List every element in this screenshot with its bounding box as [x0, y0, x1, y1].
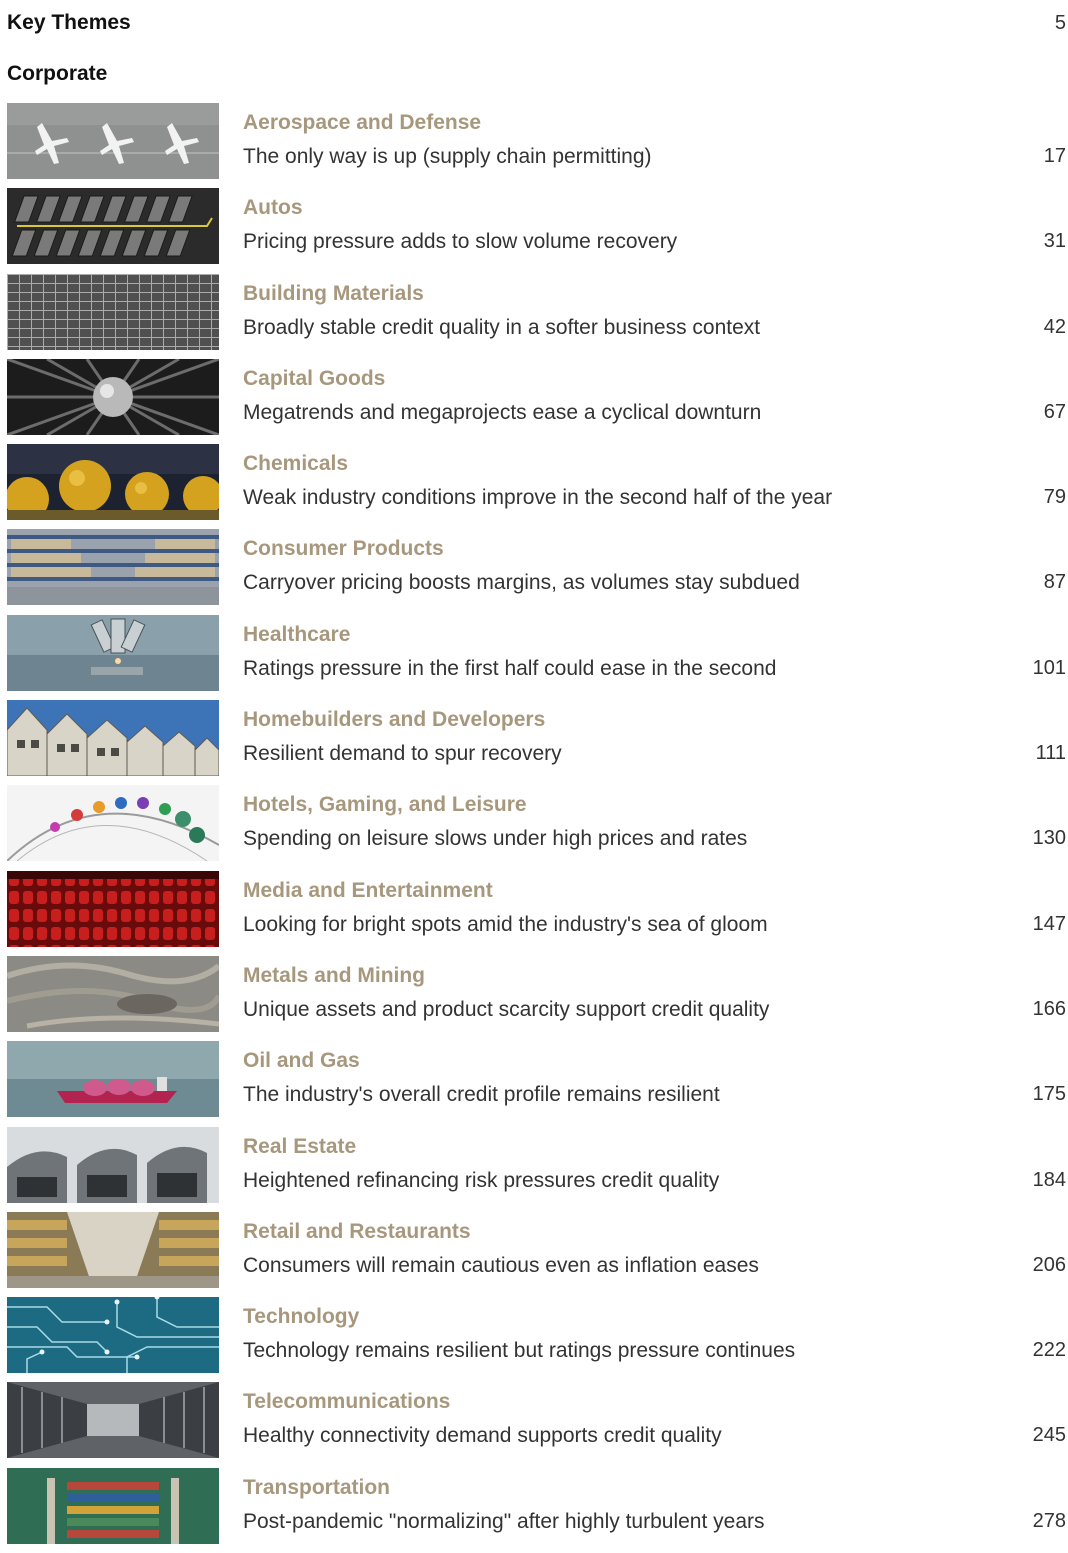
toc-entry-subtitle[interactable]: Weak industry conditions improve in the …	[243, 486, 832, 510]
homebuilders-thumbnail	[7, 700, 219, 777]
toc-entry-page: 42	[1043, 315, 1066, 338]
toc-entry-title[interactable]: Metals and Mining	[243, 964, 425, 988]
toc-entry-subtitle[interactable]: Unique assets and product scarcity suppo…	[243, 998, 769, 1022]
toc-entry-title[interactable]: Aerospace and Defense	[243, 111, 481, 135]
toc-entry-title[interactable]: Telecommunications	[243, 1390, 450, 1414]
toc-entry-real-estate[interactable]: Real Estate Heightened refinancing risk …	[0, 1126, 1068, 1212]
toc-entry-page: 87	[1043, 571, 1066, 594]
toc-entry-subtitle[interactable]: Post-pandemic "normalizing" after highly…	[243, 1510, 765, 1534]
toc-entry-title[interactable]: Hotels, Gaming, and Leisure	[243, 793, 527, 817]
toc-entry-title[interactable]: Consumer Products	[243, 537, 444, 561]
toc-entry-aerospace[interactable]: Aerospace and Defense The only way is up…	[0, 103, 1068, 188]
toc-entry-page: 245	[1032, 1424, 1066, 1447]
toc-entry-title[interactable]: Technology	[243, 1305, 359, 1329]
toc-entry-subtitle[interactable]: Heightened refinancing risk pressures cr…	[243, 1169, 719, 1193]
telecommunications-thumbnail	[7, 1382, 219, 1459]
toc-entry-subtitle[interactable]: Spending on leisure slows under high pri…	[243, 827, 747, 851]
toc-entry-hotels-gaming-leisure[interactable]: Hotels, Gaming, and Leisure Spending on …	[0, 785, 1068, 870]
toc-entry-subtitle[interactable]: Technology remains resilient but ratings…	[243, 1339, 795, 1363]
toc-entry-telecommunications[interactable]: Telecommunications Healthy connectivity …	[0, 1382, 1068, 1467]
consumer-products-thumbnail	[7, 529, 219, 606]
toc-entry-page: 17	[1043, 145, 1066, 167]
toc-entry-healthcare[interactable]: Healthcare Ratings pressure in the first…	[0, 614, 1068, 700]
aerospace-thumbnail	[7, 103, 219, 179]
toc-entry-subtitle[interactable]: The industry's overall credit profile re…	[243, 1083, 720, 1107]
toc-entry-subtitle[interactable]: Megatrends and megaprojects ease a cycli…	[243, 401, 761, 425]
real-estate-thumbnail	[7, 1126, 219, 1203]
toc-entry-page: 222	[1032, 1339, 1066, 1362]
toc-entry-subtitle[interactable]: Ratings pressure in the first half could…	[243, 657, 776, 681]
toc-entry-transportation[interactable]: Transportation Post-pandemic "normalizin…	[0, 1467, 1068, 1553]
metals-mining-thumbnail	[7, 955, 219, 1032]
toc-entry-subtitle[interactable]: Healthy connectivity demand supports cre…	[243, 1424, 722, 1448]
toc-entry-title[interactable]: Oil and Gas	[243, 1049, 360, 1073]
toc-entry-page: 147	[1032, 912, 1066, 935]
toc-entry-subtitle[interactable]: Consumers will remain cautious even as i…	[243, 1254, 759, 1278]
hotels-gaming-leisure-thumbnail	[7, 785, 219, 862]
media-entertainment-thumbnail	[7, 870, 219, 947]
key-themes-page: 5	[1054, 11, 1066, 34]
toc-entry-retail-restaurants[interactable]: Retail and Restaurants Consumers will re…	[0, 1211, 1068, 1297]
toc-entry-page: 278	[1032, 1509, 1066, 1532]
toc-entry-homebuilders[interactable]: Homebuilders and Developers Resilient de…	[0, 700, 1068, 785]
toc-entry-page: 184	[1032, 1168, 1066, 1191]
healthcare-thumbnail	[7, 614, 219, 691]
toc-entry-oil-gas[interactable]: Oil and Gas The industry's overall credi…	[0, 1041, 1068, 1126]
toc-entry-title[interactable]: Real Estate	[243, 1135, 356, 1159]
toc-entry-page: 67	[1043, 400, 1066, 423]
toc-entry-title[interactable]: Autos	[243, 196, 303, 220]
toc-entry-title[interactable]: Transportation	[243, 1476, 390, 1500]
key-themes-row[interactable]: Key Themes 5	[7, 10, 1066, 36]
technology-thumbnail	[7, 1297, 219, 1374]
toc-entry-subtitle[interactable]: Carryover pricing boosts margins, as vol…	[243, 571, 800, 595]
toc-entry-subtitle[interactable]: Looking for bright spots amid the indust…	[243, 913, 768, 937]
toc-entry-media-entertainment[interactable]: Media and Entertainment Looking for brig…	[0, 870, 1068, 956]
toc-entry-technology[interactable]: Technology Technology remains resilient …	[0, 1297, 1068, 1382]
section-heading-corporate: Corporate	[7, 62, 108, 85]
toc-entry-page: 111	[1035, 742, 1066, 765]
toc-entry-title[interactable]: Chemicals	[243, 452, 348, 476]
toc-entry-consumer-products[interactable]: Consumer Products Carryover pricing boos…	[0, 529, 1068, 614]
toc-entry-page: 175	[1032, 1083, 1066, 1106]
toc-entry-title[interactable]: Homebuilders and Developers	[243, 708, 545, 732]
autos-thumbnail	[7, 188, 219, 265]
toc-entry-capital-goods[interactable]: Capital Goods Megatrends and megaproject…	[0, 358, 1068, 444]
toc-entry-title[interactable]: Media and Entertainment	[243, 879, 493, 903]
toc-entry-subtitle[interactable]: Pricing pressure adds to slow volume rec…	[243, 230, 677, 254]
retail-restaurants-thumbnail	[7, 1211, 219, 1288]
toc-entry-page: 166	[1032, 997, 1066, 1020]
toc-entry-building-materials[interactable]: Building Materials Broadly stable credit…	[0, 273, 1068, 359]
toc-entry-chemicals[interactable]: Chemicals Weak industry conditions impro…	[0, 444, 1068, 529]
toc-entry-subtitle[interactable]: Broadly stable credit quality in a softe…	[243, 316, 760, 340]
toc-entry-title[interactable]: Retail and Restaurants	[243, 1220, 471, 1244]
toc-entry-subtitle[interactable]: The only way is up (supply chain permitt…	[243, 145, 652, 169]
toc-entry-page: 101	[1032, 656, 1066, 679]
toc-entry-subtitle[interactable]: Resilient demand to spur recovery	[243, 742, 562, 766]
toc-entry-metals-mining[interactable]: Metals and Mining Unique assets and prod…	[0, 955, 1068, 1041]
toc-entry-title[interactable]: Building Materials	[243, 282, 424, 306]
transportation-thumbnail	[7, 1467, 219, 1544]
toc-entry-title[interactable]: Capital Goods	[243, 367, 385, 391]
building-materials-thumbnail	[7, 273, 219, 350]
toc-entry-page: 31	[1043, 230, 1066, 253]
chemicals-thumbnail	[7, 444, 219, 521]
toc-entry-page: 206	[1032, 1253, 1066, 1276]
key-themes-title[interactable]: Key Themes	[7, 11, 131, 35]
oil-gas-thumbnail	[7, 1041, 219, 1118]
toc-list: Aerospace and Defense The only way is up…	[0, 103, 1068, 1553]
capital-goods-thumbnail	[7, 358, 219, 435]
toc-entry-page: 79	[1043, 486, 1066, 509]
toc-entry-page: 130	[1032, 827, 1066, 850]
toc-entry-title[interactable]: Healthcare	[243, 623, 350, 647]
toc-entry-autos[interactable]: Autos Pricing pressure adds to slow volu…	[0, 188, 1068, 273]
